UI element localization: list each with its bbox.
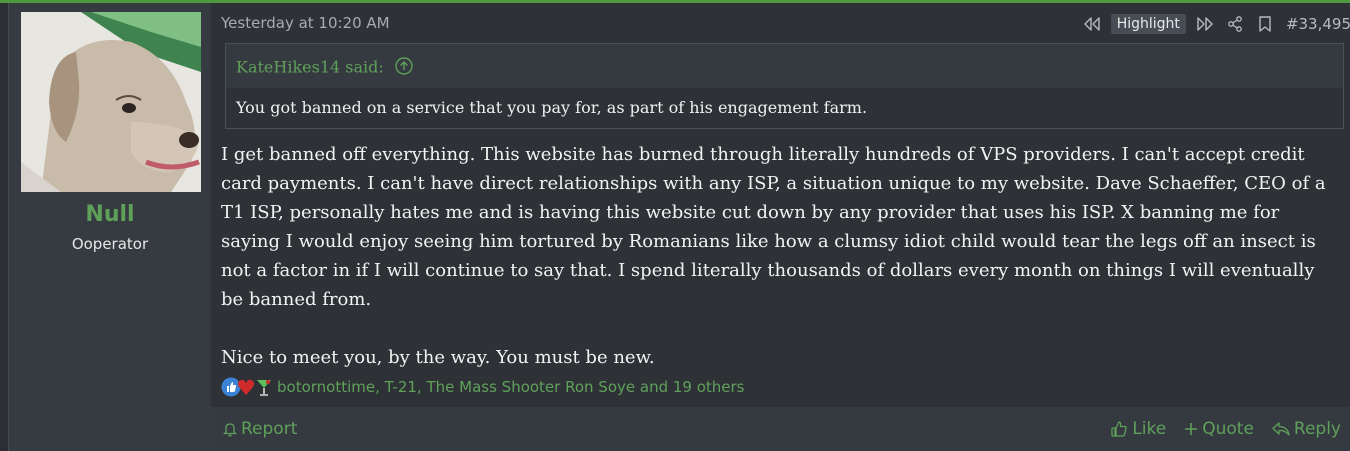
quote-header: KateHikes14 said: bbox=[226, 44, 1343, 89]
forum-post: Null Ooperator Yesterday at 10:20 AM Hig… bbox=[8, 3, 1350, 451]
post-actions-bar: Highlight #33,495 bbox=[1077, 12, 1350, 36]
reaction-icons[interactable] bbox=[221, 377, 273, 397]
post-paragraph: I get banned off everything. This websit… bbox=[221, 144, 1326, 310]
avatar[interactable] bbox=[21, 12, 201, 192]
post-paragraph: Nice to meet you, by the way. You must b… bbox=[221, 347, 655, 368]
post-content: I get banned off everything. This websit… bbox=[221, 140, 1336, 372]
reply-button[interactable]: Reply bbox=[1272, 419, 1341, 439]
arrow-up-circle-icon[interactable] bbox=[395, 57, 413, 79]
fast-forward-icon[interactable] bbox=[1190, 12, 1220, 36]
highlight-button[interactable]: Highlight bbox=[1110, 14, 1186, 34]
dog-avatar-icon bbox=[21, 12, 201, 192]
bell-icon bbox=[223, 423, 237, 437]
quote-author-link[interactable]: KateHikes14 said: bbox=[236, 57, 413, 79]
share-icon[interactable] bbox=[1220, 12, 1250, 36]
heart-icon bbox=[237, 377, 255, 397]
report-label[interactable]: Report bbox=[241, 419, 297, 439]
post-timestamp[interactable]: Yesterday at 10:20 AM bbox=[221, 14, 390, 32]
post-footer: Report Like Quote Reply bbox=[211, 407, 1350, 451]
reactions-bar[interactable]: botornottime, T-21, The Mass Shooter Ron… bbox=[221, 376, 745, 398]
footer-actions: Like Quote Reply bbox=[1110, 419, 1341, 439]
post-number-link[interactable]: #33,495 bbox=[1286, 15, 1350, 33]
reaction-users-link[interactable]: botornottime, T-21, The Mass Shooter Ron… bbox=[277, 378, 745, 396]
like-button[interactable]: Like bbox=[1110, 419, 1166, 439]
report-button[interactable]: Report bbox=[223, 419, 297, 439]
user-title: Ooperator bbox=[71, 235, 149, 253]
reply-label[interactable]: Reply bbox=[1294, 419, 1341, 439]
plus-icon bbox=[1185, 423, 1198, 435]
quote-label[interactable]: Quote bbox=[1202, 419, 1254, 439]
bookmark-icon[interactable] bbox=[1250, 12, 1280, 36]
thumbs-up-outline-icon bbox=[1111, 421, 1128, 437]
user-sidebar: Null Ooperator bbox=[9, 3, 211, 451]
quote-button[interactable]: Quote bbox=[1184, 419, 1254, 439]
quote-text: You got banned on a service that you pay… bbox=[236, 98, 868, 117]
like-label[interactable]: Like bbox=[1132, 419, 1166, 439]
rewind-icon[interactable] bbox=[1077, 12, 1107, 36]
username[interactable]: Null bbox=[9, 202, 211, 227]
post-main: Yesterday at 10:20 AM Highlight #33,495 … bbox=[211, 3, 1350, 451]
quote-author-label[interactable]: KateHikes14 said: bbox=[236, 58, 384, 77]
quote-block: KateHikes14 said: You got banned on a se… bbox=[225, 43, 1344, 129]
cocktail-icon bbox=[255, 377, 273, 397]
reply-arrow-icon bbox=[1272, 422, 1290, 436]
